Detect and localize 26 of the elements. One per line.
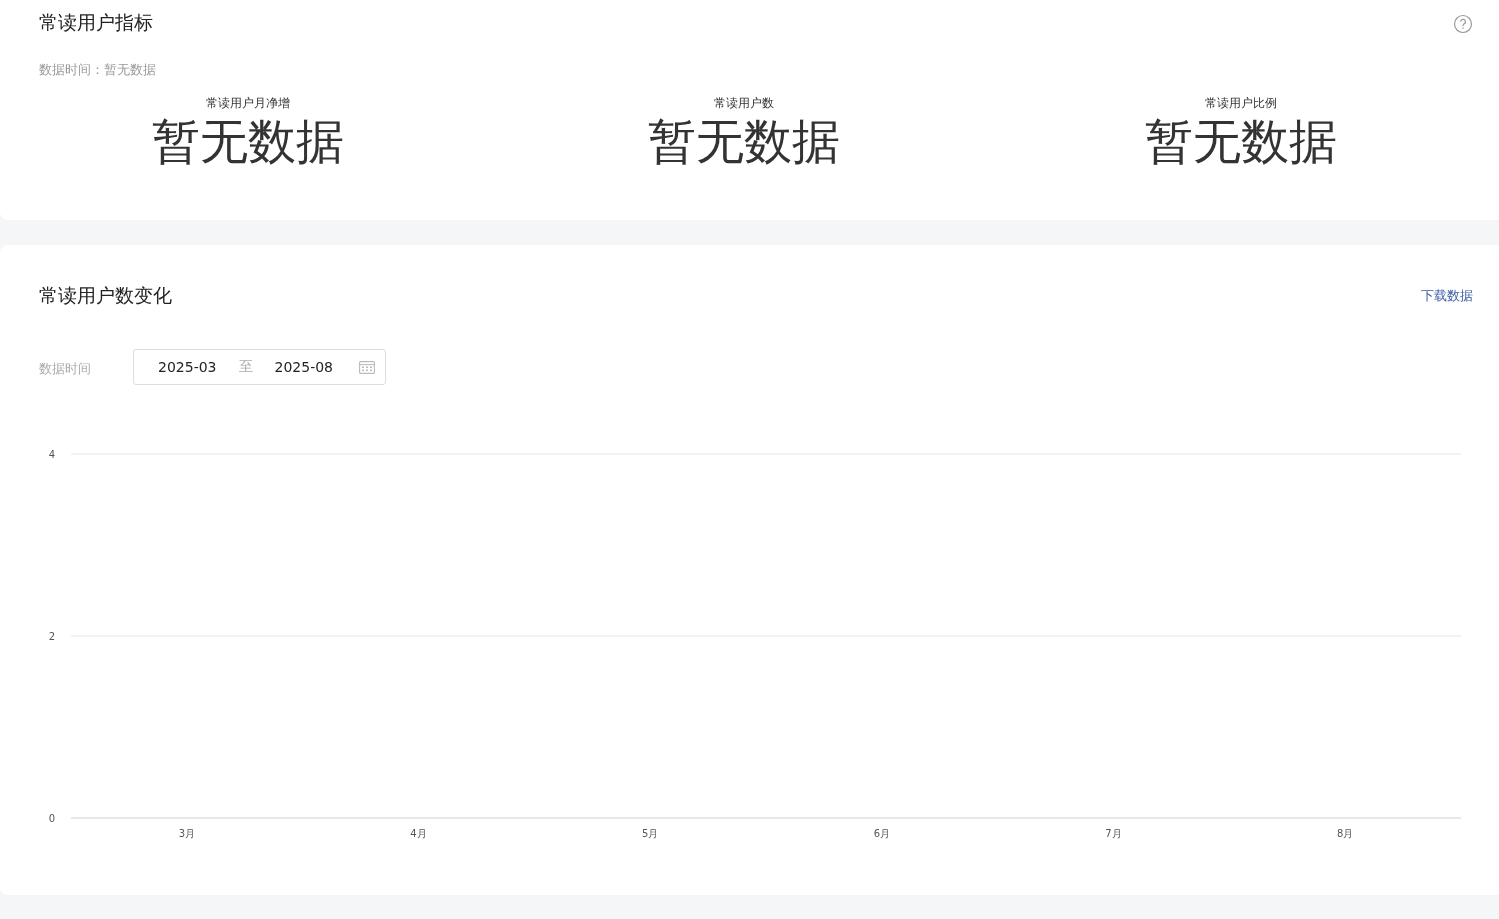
- date-range-picker[interactable]: 2025-03 至 2025-08: [133, 349, 386, 385]
- metric-label: 常读用户比例: [1204, 95, 1277, 112]
- metric-label: 常读用户月净增: [206, 95, 291, 112]
- x-tick-label: 3月: [178, 828, 195, 839]
- metric-value: 暂无数据: [648, 114, 841, 170]
- metric-value: 暂无数据: [152, 114, 345, 170]
- card-title: 常读用户数变化: [39, 283, 172, 308]
- calendar-icon[interactable]: [359, 360, 375, 374]
- y-tick-label: 4: [48, 449, 55, 460]
- x-tick-label: 5月: [642, 828, 659, 839]
- end-date[interactable]: 2025-08: [274, 359, 333, 375]
- x-tick-label: 4月: [410, 828, 427, 839]
- range-separator: 至: [238, 358, 253, 376]
- filter-label: 数据时间: [39, 360, 92, 378]
- start-date[interactable]: 2025-03: [158, 359, 217, 375]
- x-tick-label: 7月: [1105, 828, 1122, 839]
- y-tick-label: 2: [48, 631, 55, 642]
- card-title: 常读用户指标: [39, 10, 153, 35]
- download-link[interactable]: 下载数据: [1421, 287, 1473, 305]
- y-tick-label: 0: [48, 813, 55, 824]
- x-tick-label: 6月: [873, 828, 890, 839]
- metric-value: 暂无数据: [1144, 114, 1337, 170]
- data-time-text: 数据时间：暂无数据: [39, 61, 157, 79]
- metric-label: 常读用户数: [714, 95, 775, 112]
- help-icon[interactable]: [1453, 14, 1473, 34]
- x-tick-label: 8月: [1337, 828, 1354, 839]
